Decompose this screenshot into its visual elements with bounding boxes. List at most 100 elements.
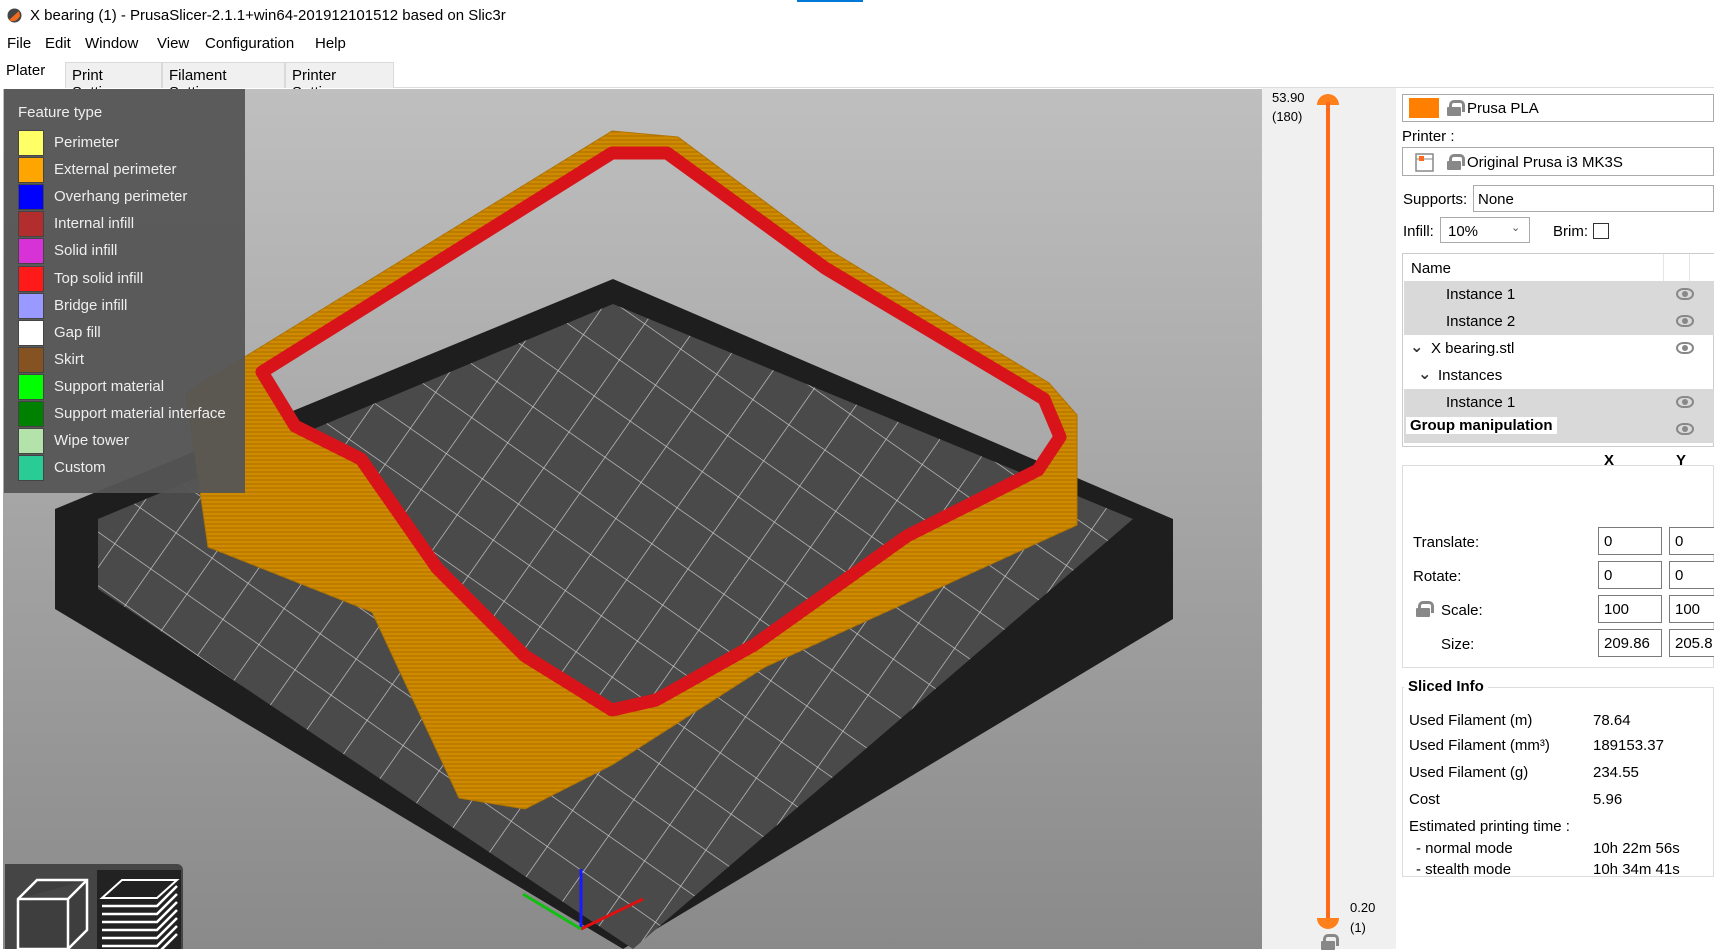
lock-icon [1447,100,1465,116]
tab-plater[interactable]: Plater [0,58,65,88]
info-label: Estimated printing time : [1409,818,1570,835]
info-label: Cost [1409,791,1440,808]
supports-value: None [1478,191,1514,208]
rotate-y-input[interactable]: 0 [1669,561,1714,589]
expand-chevron-icon[interactable]: ⌄ [1418,364,1431,384]
legend-label: Solid infill [54,242,118,260]
legend-item: Perimeter [18,129,248,156]
legend-item: Skirt [18,346,248,373]
info-label: Used Filament (mm³) [1409,737,1550,754]
infill-value: 10% [1448,223,1479,240]
legend-label: Top solid infill [54,269,144,287]
info-value: 234.55 [1593,764,1639,781]
list-item[interactable]: Instance 2 [1404,308,1714,335]
legend-item: Wipe tower [18,427,248,455]
preview-layers-button[interactable] [97,870,181,949]
chevron-down-icon: ⌄ [1511,222,1521,234]
legend-label: Wipe tower [54,432,130,450]
color-swatch [18,401,44,427]
list-item[interactable]: Instance 1 [1404,281,1714,308]
eye-icon[interactable] [1676,342,1694,354]
menu-help[interactable]: Help [315,35,346,52]
info-value: 78.64 [1593,712,1631,729]
color-swatch [18,373,44,400]
focus-accent [797,0,863,2]
color-swatch [18,184,44,211]
slider-track [1326,102,1330,920]
legend-label: Support material [54,377,165,395]
title-bar: X bearing (1) - PrusaSlicer-2.1.1+win64-… [0,0,1714,32]
list-item[interactable]: ⌄ Instances [1404,362,1714,389]
legend-label: Gap fill [54,323,101,341]
legend-label: Overhang perimeter [54,188,188,206]
brim-checkbox[interactable] [1593,223,1609,239]
axis-y-header: Y [1676,452,1687,469]
menu-window[interactable]: Window [85,35,138,52]
unlock-icon[interactable] [1321,934,1339,950]
view-toggle [5,864,183,949]
size-label: Size: [1441,636,1475,653]
item-label: X bearing.stl [1431,340,1515,357]
tab-filament-settings[interactable]: Filament Settings [162,62,285,101]
list-item[interactable]: Instance 1 [1404,389,1714,416]
legend-label: Internal infill [54,215,135,233]
eye-icon[interactable] [1676,423,1694,435]
translate-y-input[interactable]: 0 [1669,527,1714,555]
legend-item: Internal infill [18,210,248,238]
tab-printer-settings[interactable]: Printer Settings [285,62,394,101]
legend-item: Solid infill [18,237,248,265]
legend-item: Bridge infill [18,292,248,319]
eye-icon[interactable] [1676,288,1694,300]
tab-print-settings[interactable]: Print Settings [65,62,162,101]
legend-item: Support material [18,373,248,400]
size-y-input[interactable]: 205.8 [1669,629,1714,657]
info-value: 10h 22m 56s [1593,840,1680,857]
printer-combo[interactable]: Original Prusa i3 MK3S [1402,147,1714,176]
scale-x-input[interactable]: 100 [1598,595,1662,623]
rotate-label: Rotate: [1413,568,1462,585]
top-layer-height: 53.90 [1272,90,1305,105]
infill-label: Infill: [1403,223,1434,240]
legend-label: Custom [54,459,106,477]
legend-label: Perimeter [54,134,120,151]
list-header: Name [1404,254,1714,281]
expand-chevron-icon[interactable]: ⌄ [1410,337,1423,357]
bottom-thumb[interactable] [1317,918,1339,929]
scale-y-input[interactable]: 100 [1669,595,1714,623]
bottom-layer-height: 0.20 [1350,900,1376,915]
legend-label: Support material interface [54,405,226,422]
size-x-input[interactable]: 209.86 [1598,629,1662,657]
eye-icon[interactable] [1676,315,1694,327]
supports-combo[interactable]: None [1473,185,1714,212]
layer-slider[interactable]: 53.90 (180) 0.20 (1) [1262,88,1396,950]
3d-view-cube-icon[interactable] [15,874,93,949]
menu-configuration[interactable]: Configuration [205,35,294,52]
menu-view[interactable]: View [157,35,189,52]
column-name[interactable]: Name [1411,260,1451,277]
3d-preview-canvas[interactable]: Feature type Perimeter External perimeter… [3,89,1262,949]
color-swatch [18,238,44,265]
lock-icon [1447,154,1465,170]
list-item[interactable]: ⌄ X bearing.stl [1404,335,1714,362]
rotate-x-input[interactable]: 0 [1598,561,1662,589]
translate-x-input[interactable]: 0 [1598,527,1662,555]
eye-icon[interactable] [1676,396,1694,408]
infill-combo[interactable]: 10% ⌄ [1440,217,1530,243]
sidebar: Prusa PLA Printer : Original Prusa i3 MK… [1396,88,1714,949]
color-swatch [18,455,44,482]
menu-file[interactable]: File [7,35,31,52]
layers-icon [99,879,180,949]
info-label: - normal mode [1416,840,1513,857]
menu-bar: File Edit Window View Configuration Help [0,32,1714,57]
color-swatch [18,211,44,238]
item-label: Instances [1438,367,1503,384]
menu-edit[interactable]: Edit [45,35,71,52]
color-swatch [18,319,44,346]
scale-lock-icon[interactable] [1416,601,1434,617]
legend-label: External perimeter [54,161,177,179]
color-swatch [18,157,44,184]
info-value: 10h 34m 41s [1593,861,1680,878]
prusaslicer-icon [7,8,22,23]
item-label: Instance 2 [1446,313,1516,330]
filament-combo[interactable]: Prusa PLA [1402,94,1714,122]
